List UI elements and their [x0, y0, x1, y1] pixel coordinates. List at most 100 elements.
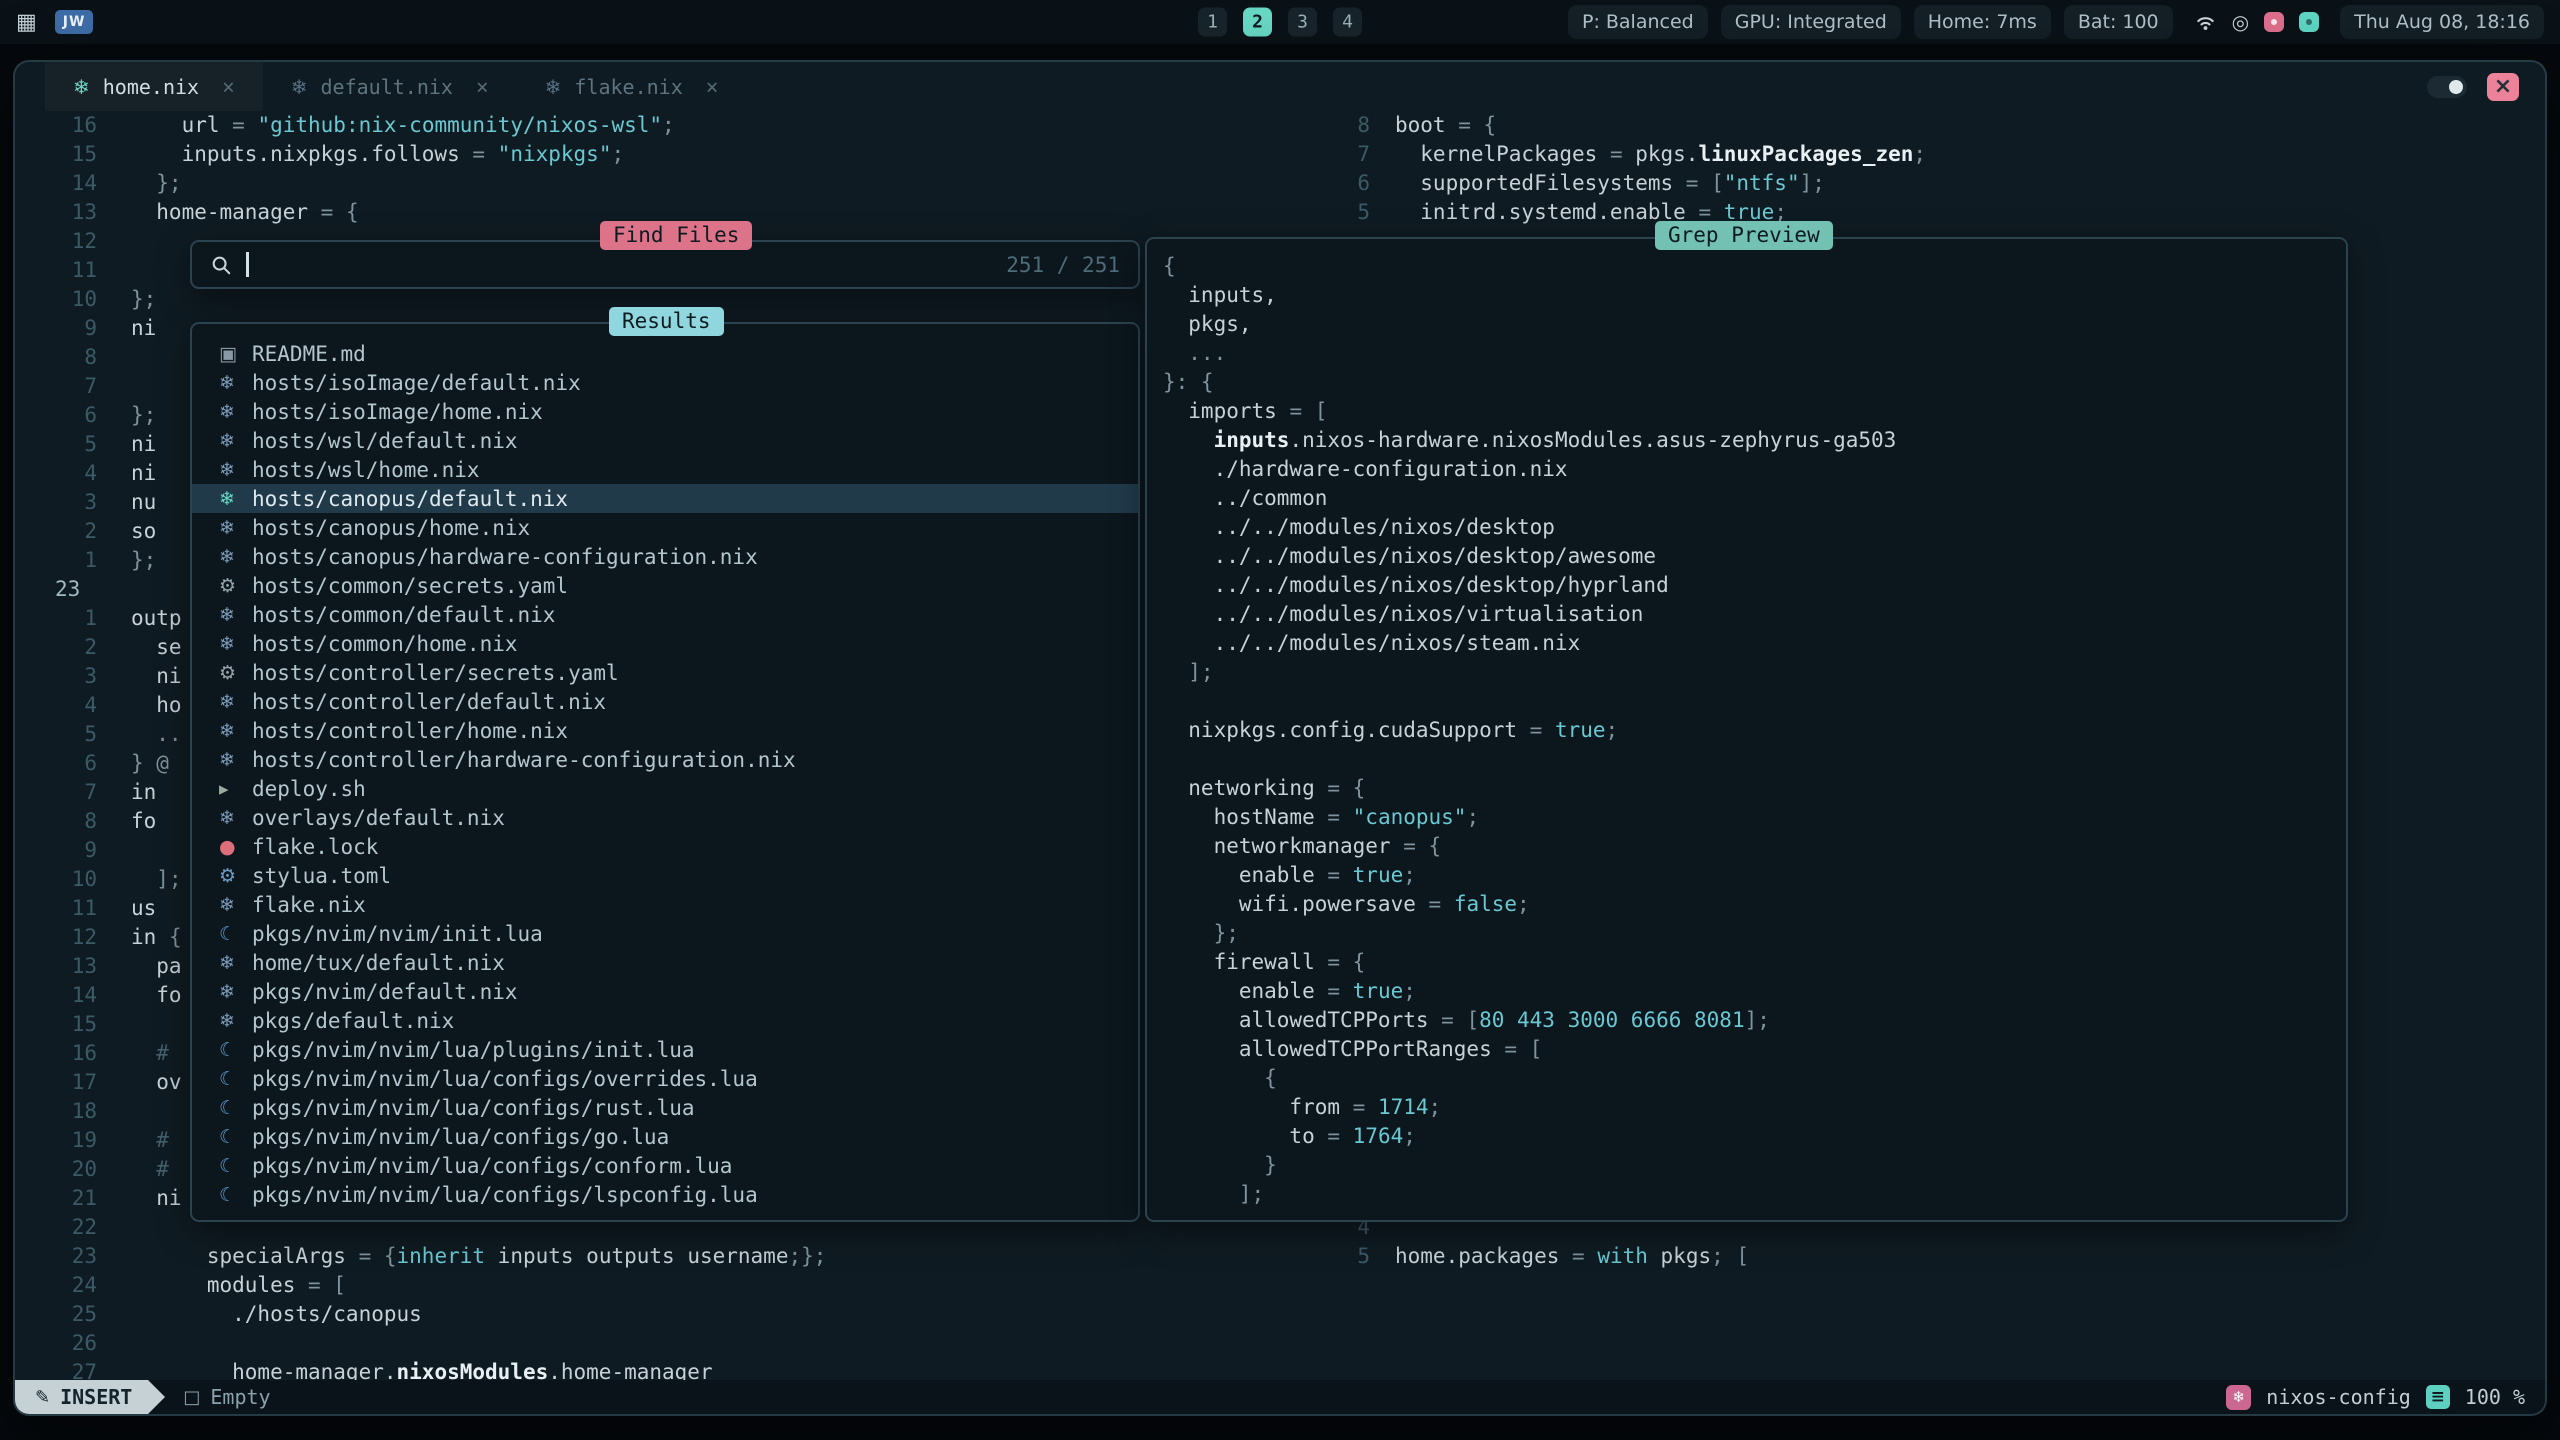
file-path: hosts/controller/secrets.yaml: [252, 661, 619, 685]
list-item[interactable]: ❄hosts/canopus/default.nix: [192, 484, 1138, 513]
volume-icon[interactable]: ◎: [2232, 10, 2249, 34]
wifi-icon[interactable]: [2194, 11, 2217, 34]
lua-file-icon: ☾: [219, 1039, 252, 1061]
workspace-button-4[interactable]: 4: [1333, 8, 1362, 37]
preview-code-line: inputs.nixos-hardware.nixosModules.asus-…: [1163, 426, 2346, 455]
list-item[interactable]: ❄overlays/default.nix: [192, 803, 1138, 832]
nix-snowflake-icon: ❄: [73, 75, 90, 99]
list-item[interactable]: ❄hosts/common/home.nix: [192, 629, 1138, 658]
window-controls: ×: [2427, 73, 2519, 101]
list-item[interactable]: ☾pkgs/nvim/nvim/lua/configs/overrides.lu…: [192, 1064, 1138, 1093]
app-launcher-icon[interactable]: ▦: [16, 10, 37, 35]
tab-default.nix[interactable]: ❄default.nix×: [263, 62, 517, 111]
line-number: 14: [15, 169, 131, 198]
nix-file-icon: ❄: [219, 749, 252, 771]
code-text: us: [131, 894, 156, 923]
preview-code-line: pkgs,: [1163, 310, 2346, 339]
code-text: inputs.nixpkgs.follows = "nixpkgs";: [131, 140, 624, 169]
line-number: 25: [15, 1300, 131, 1329]
nix-snowflake-icon: ❄: [545, 75, 562, 99]
nix-file-icon: ❄: [219, 720, 252, 742]
code-text: kernelPackages = pkgs.linuxPackages_zen;: [1395, 140, 1926, 169]
line-number: 21: [15, 1184, 131, 1213]
line-number: 27: [15, 1358, 131, 1380]
list-item[interactable]: ❄hosts/controller/home.nix: [192, 716, 1138, 745]
tab-home.nix[interactable]: ❄home.nix×: [45, 62, 263, 111]
toml-file-icon: ⚙: [219, 865, 252, 887]
list-item[interactable]: ❄hosts/wsl/default.nix: [192, 426, 1138, 455]
line-number: 4: [15, 691, 131, 720]
preview-code-line: ../../modules/nixos/steam.nix: [1163, 629, 2346, 658]
file-path: hosts/isoImage/default.nix: [252, 371, 581, 395]
list-item[interactable]: ❄hosts/controller/hardware-configuration…: [192, 745, 1138, 774]
list-item[interactable]: ❄pkgs/default.nix: [192, 1006, 1138, 1035]
nightlight-icon[interactable]: [2299, 12, 2319, 32]
lua-file-icon: ☾: [219, 1184, 252, 1206]
preview-code-line: imports = [: [1163, 397, 2346, 426]
list-item[interactable]: ●flake.lock: [192, 832, 1138, 861]
code-text: fo: [131, 807, 156, 836]
list-item[interactable]: ⚙hosts/controller/secrets.yaml: [192, 658, 1138, 687]
file-path: hosts/isoImage/home.nix: [252, 400, 543, 424]
tab-label: default.nix: [321, 75, 453, 99]
logo-badge[interactable]: JW: [55, 10, 94, 34]
results-list[interactable]: ▣README.md❄hosts/isoImage/default.nix❄ho…: [190, 322, 1140, 1222]
line-number: 5: [15, 430, 131, 459]
list-item[interactable]: ⚙hosts/common/secrets.yaml: [192, 571, 1138, 600]
line-number: 12: [15, 227, 131, 256]
list-item[interactable]: ☾pkgs/nvim/nvim/lua/plugins/init.lua: [192, 1035, 1138, 1064]
list-item[interactable]: ☾pkgs/nvim/nvim/lua/configs/lspconfig.lu…: [192, 1180, 1138, 1209]
list-item[interactable]: ❄hosts/isoImage/home.nix: [192, 397, 1138, 426]
tab-close-icon[interactable]: ×: [706, 75, 719, 99]
list-item[interactable]: ☾pkgs/nvim/nvim/init.lua: [192, 919, 1138, 948]
line-number: 14: [15, 981, 131, 1010]
list-item[interactable]: ❄hosts/common/default.nix: [192, 600, 1138, 629]
editor-area: 16 url = "github:nix-community/nixos-wsl…: [15, 111, 2545, 1380]
file-path: pkgs/nvim/nvim/lua/configs/go.lua: [252, 1125, 669, 1149]
line-number: 5: [1333, 198, 1395, 227]
code-text: home-manager = {: [131, 198, 359, 227]
tab-close-icon[interactable]: ×: [476, 75, 489, 99]
mode-label: INSERT: [60, 1385, 132, 1409]
code-text: home.packages = with pkgs; [: [1395, 1242, 1749, 1271]
window-close-button[interactable]: ×: [2487, 73, 2519, 101]
tab-close-icon[interactable]: ×: [222, 75, 235, 99]
preview-code-line: ../../modules/nixos/desktop/hyprland: [1163, 571, 2346, 600]
window-pin-toggle[interactable]: [2427, 76, 2467, 98]
list-item[interactable]: ❄hosts/canopus/home.nix: [192, 513, 1138, 542]
list-item[interactable]: ▸deploy.sh: [192, 774, 1138, 803]
line-number: 1: [15, 546, 131, 575]
media-icon[interactable]: [2264, 12, 2284, 32]
list-item[interactable]: ▣README.md: [192, 339, 1138, 368]
line-number: 9: [15, 314, 131, 343]
text-cursor: [246, 252, 249, 277]
line-number: 26: [15, 1329, 131, 1358]
nix-file-icon: ❄: [219, 372, 252, 394]
list-item[interactable]: ☾pkgs/nvim/nvim/lua/configs/conform.lua: [192, 1151, 1138, 1180]
line-number: 4: [15, 459, 131, 488]
list-item[interactable]: ⚙stylua.toml: [192, 861, 1138, 890]
list-item[interactable]: ❄hosts/wsl/home.nix: [192, 455, 1138, 484]
list-item[interactable]: ❄hosts/canopus/hardware-configuration.ni…: [192, 542, 1138, 571]
code-text: ni: [131, 430, 156, 459]
list-item[interactable]: ❄flake.nix: [192, 890, 1138, 919]
list-item[interactable]: ☾pkgs/nvim/nvim/lua/configs/go.lua: [192, 1122, 1138, 1151]
workspace-button-1[interactable]: 1: [1198, 8, 1227, 37]
code-text: ho: [131, 691, 182, 720]
line-number: 17: [15, 1068, 131, 1097]
preview-code-line: wifi.powersave = false;: [1163, 890, 2346, 919]
top-bar: ▦ JW 1234 P: Balanced GPU: Integrated Ho…: [0, 0, 2560, 44]
list-item[interactable]: ☾pkgs/nvim/nvim/lua/configs/rust.lua: [192, 1093, 1138, 1122]
list-item[interactable]: ❄hosts/isoImage/default.nix: [192, 368, 1138, 397]
nix-file-icon: ❄: [219, 517, 252, 539]
list-item[interactable]: ❄home/tux/default.nix: [192, 948, 1138, 977]
buffer-label: Empty: [210, 1385, 270, 1409]
code-text: so: [131, 517, 156, 546]
list-item[interactable]: ❄hosts/controller/default.nix: [192, 687, 1138, 716]
list-item[interactable]: ❄pkgs/nvim/default.nix: [192, 977, 1138, 1006]
status-line: ✎ INSERT □ Empty ❄ nixos-config ≡ 100 %: [15, 1380, 2545, 1414]
code-text: #: [131, 1126, 169, 1155]
tab-flake.nix[interactable]: ❄flake.nix×: [517, 62, 747, 111]
workspace-button-3[interactable]: 3: [1288, 8, 1317, 37]
workspace-button-2[interactable]: 2: [1243, 8, 1272, 37]
